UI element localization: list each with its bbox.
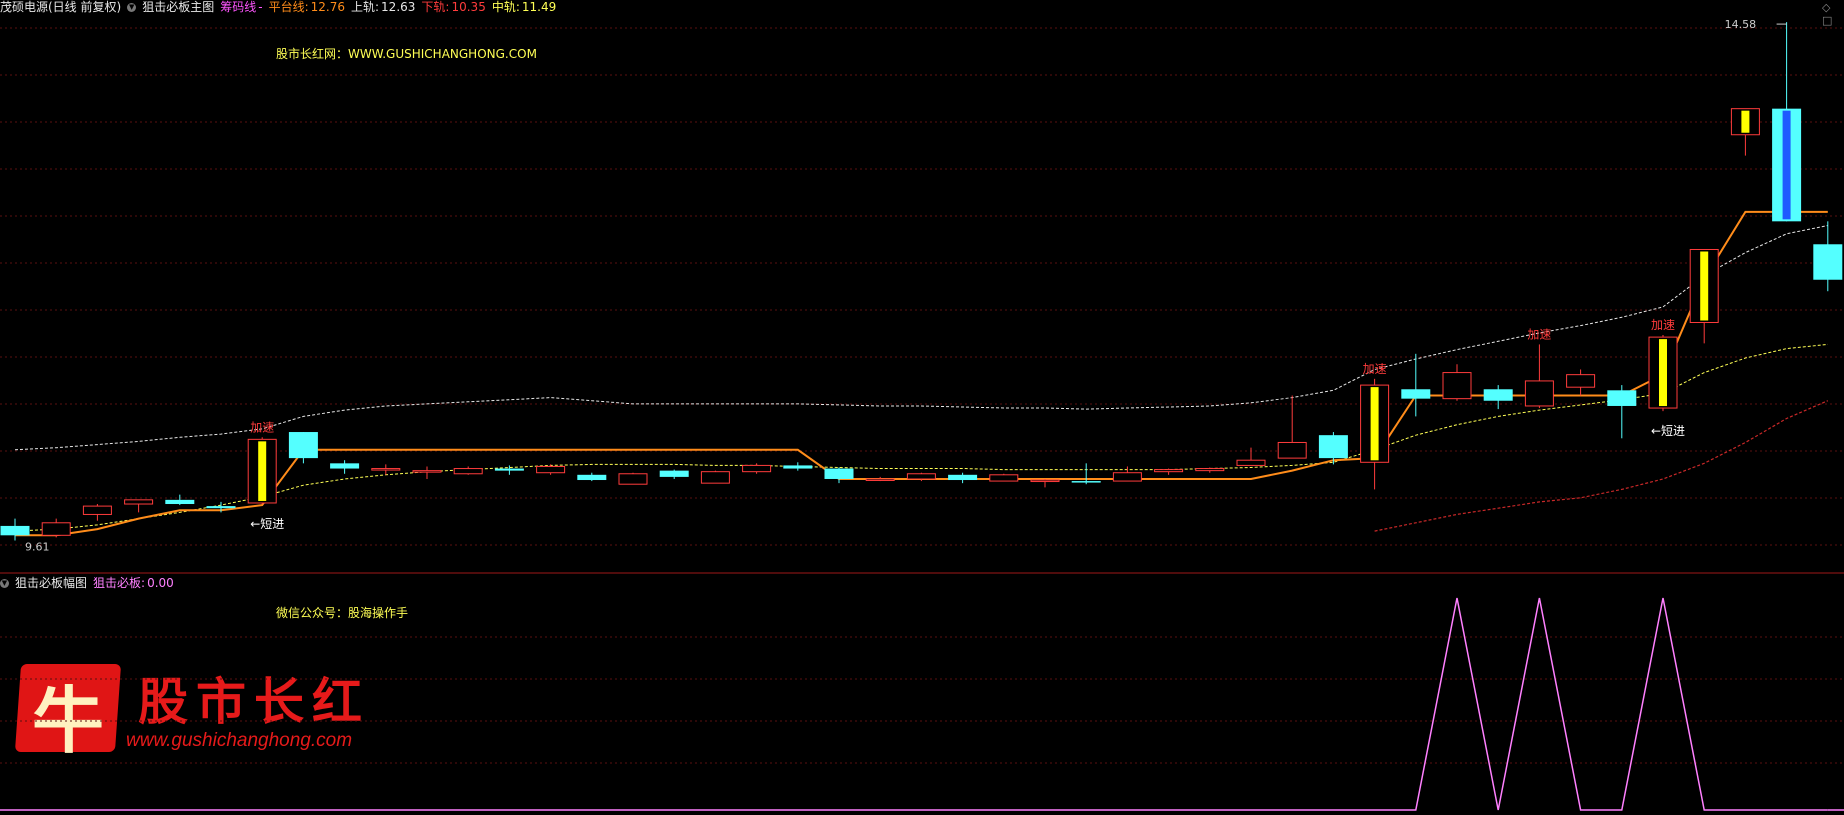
high-price-label: 14.58 [1725, 18, 1757, 31]
candle-body [1154, 469, 1184, 473]
candle-body [1813, 244, 1843, 280]
candle-body [824, 468, 854, 479]
limit-up-marker [1741, 110, 1750, 133]
low-price-label: 9.61 [25, 541, 50, 554]
candle-body [41, 522, 71, 536]
chart-canvas: 加速加速加速加速←短进←短进14.589.61 [0, 18, 1844, 811]
upper-band-line [14, 225, 1828, 451]
candle-body [989, 474, 1019, 482]
candle-body [1236, 459, 1266, 466]
candle-body [865, 478, 895, 481]
candle-body [0, 525, 30, 536]
candle-body [1318, 435, 1348, 459]
candle-body [412, 470, 442, 473]
candle-body [1030, 479, 1060, 483]
short-entry-label: ←短进 [1651, 424, 1685, 438]
candle-body [700, 471, 730, 484]
candle-body [1112, 472, 1142, 482]
candle-body [1401, 389, 1431, 399]
accelerate-label: 加速 [1651, 318, 1675, 332]
candle-body [536, 465, 566, 474]
limit-up-marker [258, 441, 267, 501]
candle-body [288, 432, 318, 459]
limit-up-marker [1700, 251, 1709, 321]
accelerate-label: 加速 [1363, 362, 1387, 376]
candle-body [783, 465, 813, 469]
candle-body [1442, 372, 1472, 400]
candle-body [330, 463, 360, 469]
candle-body [371, 468, 401, 471]
candle-body [1195, 468, 1225, 472]
middle-band-line [14, 343, 1828, 532]
accelerate-label: 加速 [1527, 327, 1551, 341]
platform-line [15, 210, 1828, 537]
candle-body [453, 468, 483, 475]
candle-body [1566, 374, 1596, 388]
candle-body [494, 468, 524, 471]
candle-body [1607, 390, 1637, 406]
accelerate-label: 加速 [250, 420, 274, 434]
candle-body [659, 470, 689, 477]
limit-up-marker [1782, 110, 1791, 220]
candle-body [618, 473, 648, 485]
candle-body [906, 473, 936, 480]
candle-body [1277, 441, 1307, 459]
candle-body [742, 464, 772, 473]
candle-body [1483, 389, 1513, 401]
candle-body [948, 474, 978, 481]
lower-band-line [1374, 400, 1829, 532]
short-entry-label: ←短进 [250, 517, 284, 531]
signal-line [15, 597, 1828, 811]
limit-up-marker [1370, 387, 1379, 461]
candle-body [165, 499, 195, 505]
candle-body [577, 474, 607, 481]
candle-body [124, 499, 154, 505]
candle-body [206, 506, 236, 509]
limit-up-marker [1659, 339, 1667, 407]
candle-body [82, 505, 112, 515]
candle-body [1524, 380, 1554, 407]
candle-body [1071, 481, 1101, 483]
